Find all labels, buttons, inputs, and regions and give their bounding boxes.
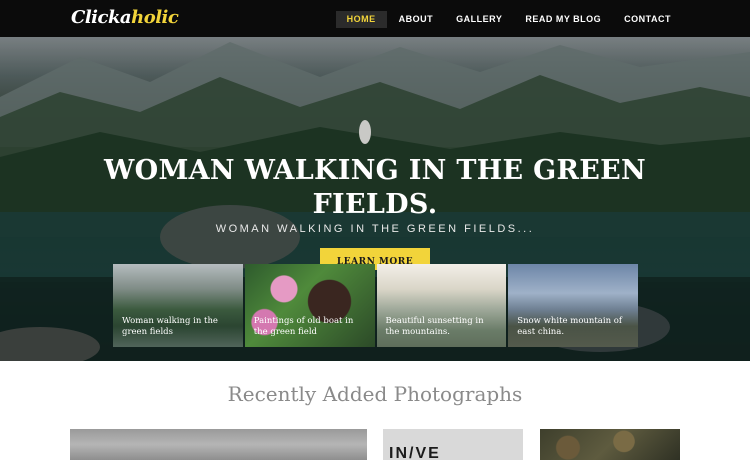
thumbnail-3[interactable]: Beautiful sunsetting in the mountains. bbox=[376, 264, 507, 347]
thumbnail-1[interactable]: Woman walking in the green fields bbox=[113, 264, 243, 347]
top-navigation-bar: Clickaholic HOME ABOUT GALLERY READ MY B… bbox=[0, 0, 750, 37]
thumbnail-caption: Beautiful sunsetting in the mountains. bbox=[386, 316, 498, 338]
hero-banner: WOMAN WALKING IN THE GREEN FIELDS. WOMAN… bbox=[0, 37, 750, 361]
nav-home[interactable]: HOME bbox=[335, 11, 387, 28]
hero-title-line2: FIELDS. bbox=[312, 189, 438, 220]
thumbnail-caption: Paintings of old boat in the green field bbox=[254, 316, 366, 338]
thumbnail-4[interactable]: Snow white mountain of east china. bbox=[508, 264, 638, 347]
nav-about[interactable]: ABOUT bbox=[388, 11, 445, 28]
thumbnail-caption: Woman walking in the green fields bbox=[122, 316, 234, 338]
gallery-photo-3[interactable] bbox=[540, 429, 680, 460]
caption-line: the mountains. bbox=[385, 327, 451, 337]
logo-text-yellow: holic bbox=[131, 7, 179, 28]
slider-thumbnails: Woman walking in the green fields Painti… bbox=[113, 264, 638, 347]
caption-line: Beautiful sunsetting in bbox=[385, 316, 484, 326]
caption-line: east china. bbox=[517, 327, 565, 337]
nav-gallery[interactable]: GALLERY bbox=[445, 11, 513, 28]
thumbnail-caption: Snow white mountain of east china. bbox=[517, 316, 629, 338]
thumbnail-2[interactable]: Paintings of old boat in the green field bbox=[244, 264, 375, 347]
caption-line: the green field bbox=[253, 327, 317, 337]
hero-title-line1: WOMAN WALKING IN THE GREEN bbox=[104, 155, 646, 186]
nav-contact[interactable]: CONTACT bbox=[613, 11, 682, 28]
section-title: Recently Added Photographs bbox=[227, 382, 523, 406]
gallery-photo-text: IN/VE bbox=[389, 445, 441, 460]
caption-line: Snow white mountain of bbox=[517, 316, 623, 326]
gallery-photo-2[interactable]: IN/VE bbox=[383, 429, 523, 460]
caption-line: Paintings of old boat in bbox=[253, 316, 354, 326]
logo-text-white: Clicka bbox=[71, 7, 132, 28]
site-logo[interactable]: Clickaholic bbox=[71, 7, 179, 28]
caption-line: green fields bbox=[122, 327, 173, 337]
nav-read-my-blog[interactable]: READ MY BLOG bbox=[514, 11, 612, 28]
hero-title: WOMAN WALKING IN THE GREEN FIELDS. bbox=[0, 154, 750, 222]
gallery-photo-1[interactable] bbox=[70, 429, 367, 460]
caption-line: Woman walking in the bbox=[122, 316, 218, 326]
main-menu: HOME ABOUT GALLERY READ MY BLOG CONTACT bbox=[335, 11, 682, 28]
hero-subtitle: WOMAN WALKING IN THE GREEN FIELDS... bbox=[215, 223, 535, 235]
